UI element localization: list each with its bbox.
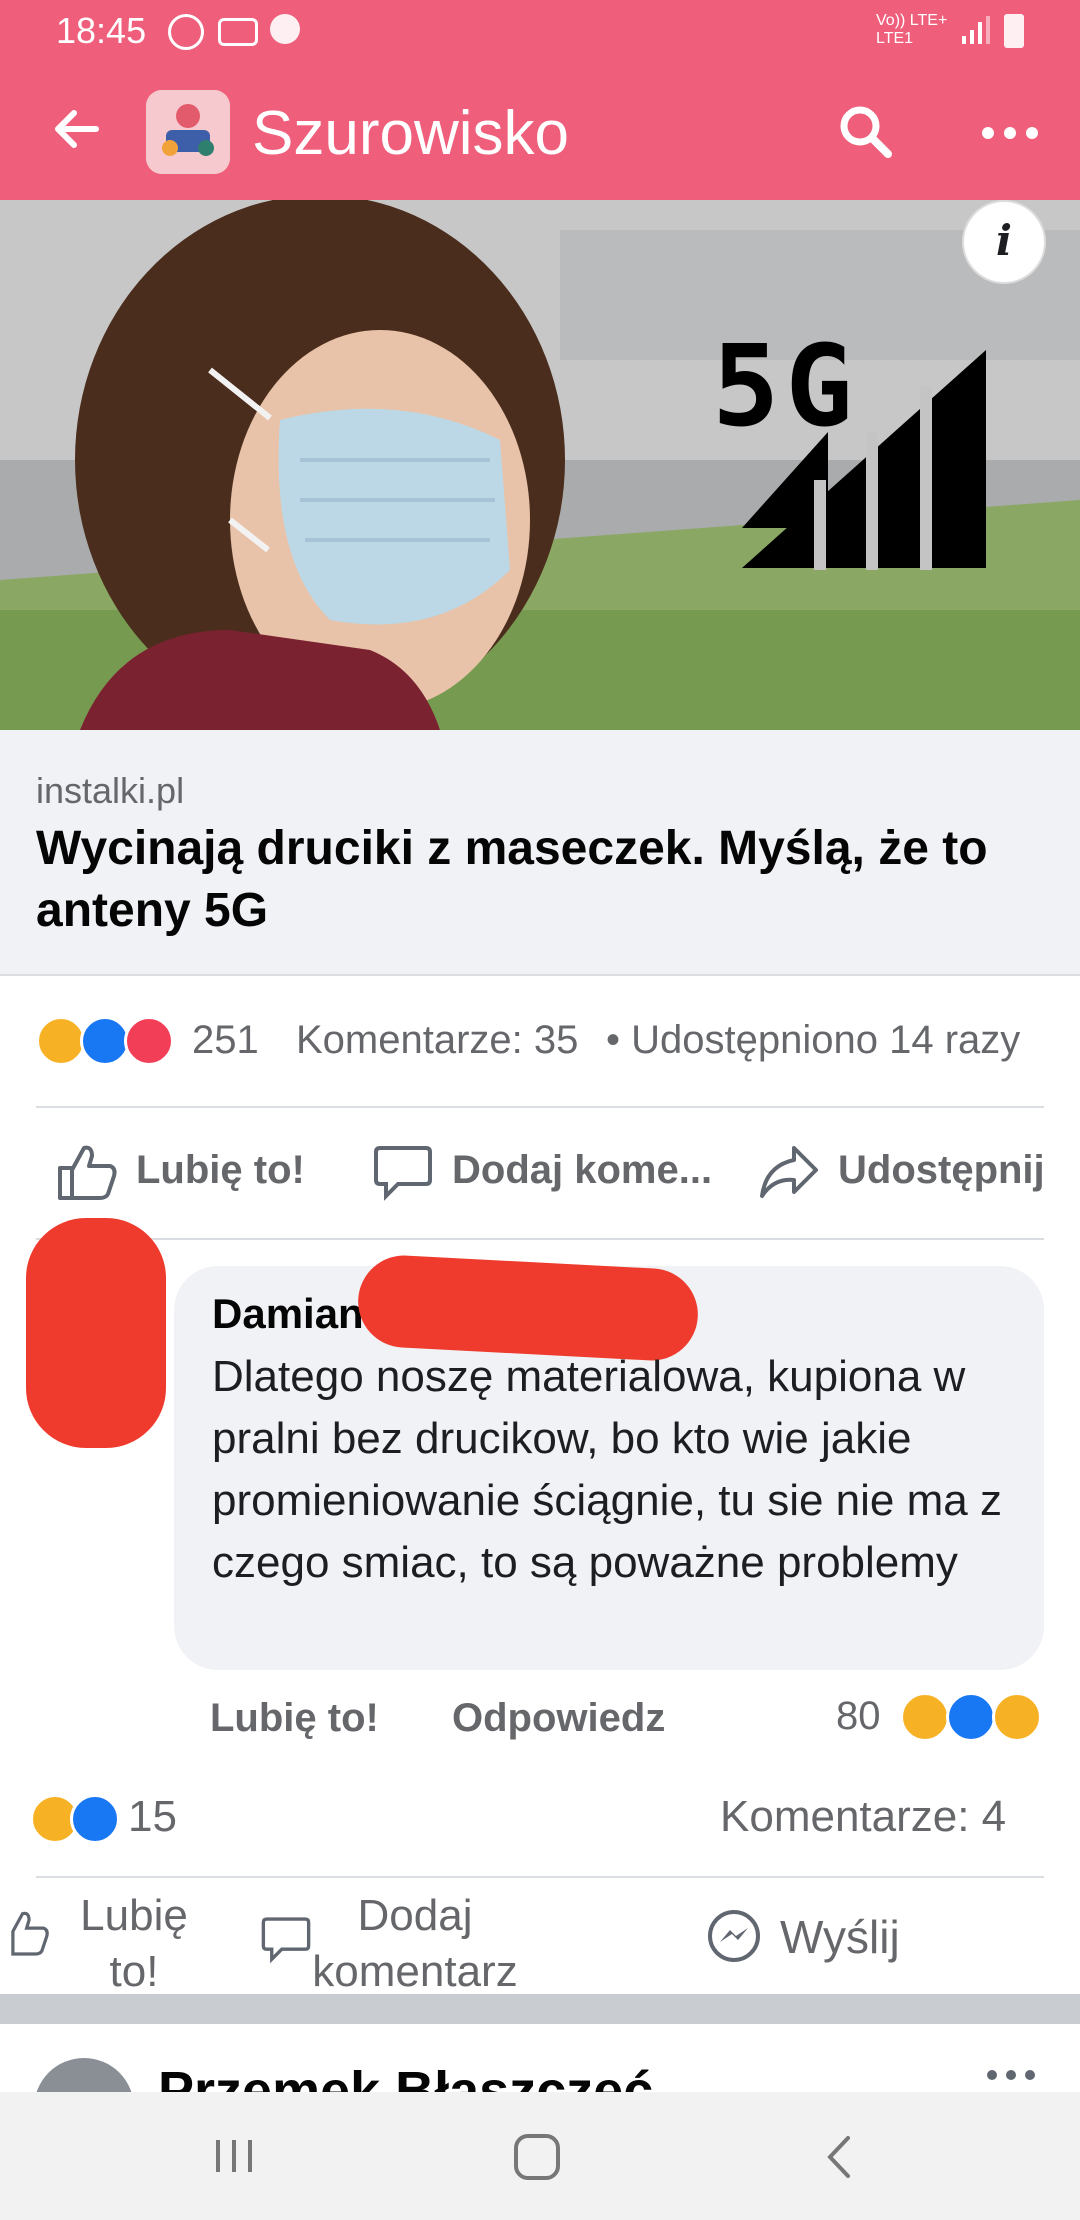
- post-separator: [0, 1994, 1080, 2024]
- image-5g-label: 5G: [712, 322, 859, 452]
- battery-icon: [1004, 14, 1024, 48]
- post-reactions[interactable]: [36, 1016, 174, 1066]
- search-icon[interactable]: [836, 102, 896, 162]
- summary-comment-button[interactable]: Dodaj komentarz: [260, 1888, 560, 2000]
- commenter-avatar[interactable]: [26, 1218, 166, 1448]
- divider: [36, 1238, 1044, 1240]
- info-icon-button[interactable]: i: [962, 200, 1046, 284]
- home-icon[interactable]: [514, 2134, 560, 2180]
- summary-like-button[interactable]: Lubię to!: [0, 1888, 240, 2000]
- post-shares-count[interactable]: • Udostępniono 14 razy: [606, 1018, 1020, 1063]
- share-icon: [760, 1146, 818, 1198]
- like-reaction-icon: [80, 1016, 130, 1066]
- like-reaction-icon: [946, 1692, 996, 1742]
- send-label: Wyślij: [780, 1911, 900, 1963]
- comment-author[interactable]: Damian: [212, 1290, 364, 1338]
- app-bar: Szurowisko: [0, 60, 1080, 200]
- notification-icon: [218, 18, 258, 46]
- comment-button[interactable]: Dodaj kome...: [372, 1140, 732, 1204]
- summary-comments-count[interactable]: Komentarze: 4: [720, 1792, 1006, 1842]
- comment-button-label: Dodaj kome...: [452, 1148, 713, 1192]
- comment-reactions[interactable]: [900, 1692, 1050, 1742]
- haha-reaction-icon: [36, 1016, 86, 1066]
- post-reaction-count[interactable]: 251: [192, 1018, 259, 1063]
- status-bar: 18:45 Vo)) LTE+ LTE1: [0, 0, 1080, 60]
- next-post-author[interactable]: Przemek Błaszczeć: [158, 2060, 653, 2092]
- next-post-header[interactable]: Przemek Błaszczeć: [0, 2024, 1080, 2092]
- account-icon: [270, 14, 300, 44]
- divider: [36, 1106, 1044, 1108]
- thumbs-up-icon: [58, 1145, 117, 1200]
- summary-comment-label: Dodaj komentarz: [312, 1891, 518, 1996]
- share-button-label: Udostępnij: [838, 1148, 1045, 1192]
- network-label: Vo)) LTE+ LTE1: [876, 12, 948, 47]
- comment-reaction-count[interactable]: 80: [836, 1694, 881, 1739]
- system-navbar: [0, 2092, 1080, 2220]
- whatsapp-icon: [168, 14, 204, 50]
- like-button-label: Lubię to!: [136, 1148, 305, 1192]
- next-post-avatar[interactable]: [34, 2058, 134, 2092]
- thumbs-up-icon: [11, 1911, 49, 1956]
- divider: [0, 974, 1080, 976]
- post-comments-count[interactable]: Komentarze: 35: [296, 1018, 578, 1063]
- back-nav-icon[interactable]: [824, 2134, 854, 2180]
- wow-reaction-icon: [992, 1692, 1042, 1742]
- back-arrow-icon[interactable]: [52, 104, 102, 154]
- summary-reaction-count[interactable]: 15: [128, 1792, 177, 1842]
- like-button[interactable]: Lubię to!: [56, 1140, 376, 1204]
- link-title: Wycinają druciki z maseczek. Myślą, że t…: [36, 822, 988, 937]
- post-image[interactable]: i: [0, 200, 1080, 730]
- summary-reactions[interactable]: [30, 1794, 120, 1844]
- comment-text: Dlatego noszę materialowa, kupiona w pra…: [212, 1352, 1002, 1587]
- link-domain: instalki.pl: [36, 770, 185, 811]
- like-reaction-icon: [70, 1794, 120, 1844]
- summary-like-label: Lubię to!: [80, 1891, 188, 1996]
- group-avatar[interactable]: [146, 90, 230, 174]
- recent-apps-icon[interactable]: [210, 2138, 260, 2174]
- info-icon: i: [996, 216, 1012, 265]
- send-messenger-button[interactable]: Wyślij: [706, 1902, 966, 1972]
- share-button[interactable]: Udostępnij: [758, 1140, 1058, 1204]
- comment-like-button[interactable]: Lubię to!: [210, 1696, 379, 1741]
- divider: [36, 1876, 1044, 1878]
- group-title[interactable]: Szurowisko: [252, 98, 569, 169]
- love-reaction-icon: [124, 1016, 174, 1066]
- status-time: 18:45: [56, 10, 147, 51]
- next-post-more-icon[interactable]: [986, 2068, 1036, 2080]
- comment-reply-button[interactable]: Odpowiedz: [452, 1696, 665, 1741]
- messenger-icon: [708, 1910, 760, 1962]
- link-preview[interactable]: instalki.pl Wycinają druciki z maseczek.…: [0, 730, 1080, 976]
- comment-icon: [374, 1146, 432, 1201]
- signal-icon: [960, 14, 990, 46]
- more-icon[interactable]: [980, 126, 1040, 140]
- haha-reaction-icon: [900, 1692, 950, 1742]
